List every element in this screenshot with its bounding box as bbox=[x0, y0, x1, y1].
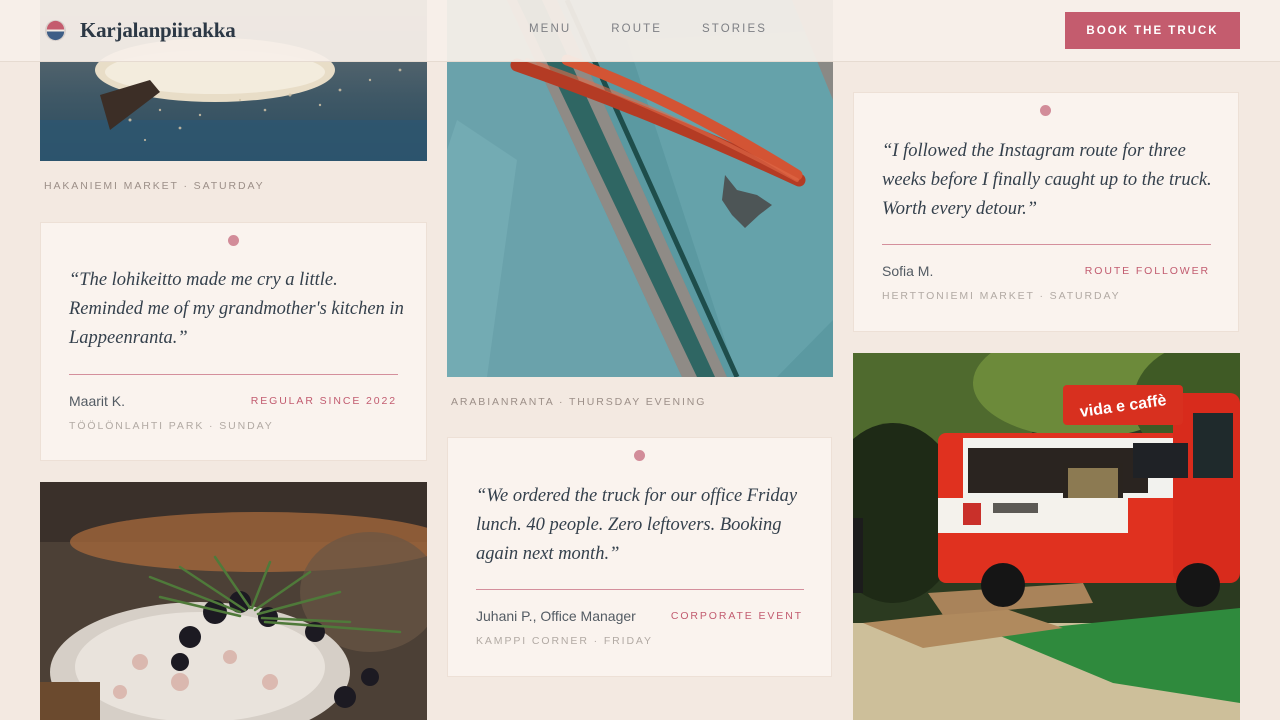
divider bbox=[882, 244, 1211, 245]
testimonial-quote: “The lohikeitto made me cry a little. Re… bbox=[69, 270, 404, 348]
testimonial-card: “I followed the Instagram route for thre… bbox=[853, 92, 1239, 332]
testimonial-author: Sofia M. bbox=[882, 263, 934, 279]
brand-name: Karjalanpiirakka bbox=[80, 18, 236, 42]
testimonial-location: HERTTONIEMI MARKET · SATURDAY bbox=[882, 290, 1121, 302]
testimonial-card: “We ordered the truck for our office Fri… bbox=[447, 437, 832, 677]
canape-photo bbox=[40, 482, 427, 720]
photo-caption: ARABIANRANTA · THURSDAY EVENING bbox=[451, 396, 707, 408]
testimonial-author: Maarit K. bbox=[69, 393, 126, 409]
testimonial-location: TÖÖLÖNLAHTI PARK · SUNDAY bbox=[69, 420, 274, 432]
testimonial-author: Juhani P., Office Manager bbox=[476, 608, 636, 624]
book-truck-button[interactable]: BOOK THE TRUCK bbox=[1065, 12, 1240, 49]
card-dot bbox=[1040, 105, 1051, 116]
site-header: Karjalanpiirakka MENU ROUTE STORIES BOOK… bbox=[0, 0, 1280, 62]
photo-caption: HAKANIEMI MARKET · SATURDAY bbox=[44, 180, 265, 192]
testimonial-tag: ROUTE FOLLOWER bbox=[1084, 265, 1210, 277]
testimonial-quote: “I followed the Instagram route for thre… bbox=[882, 141, 1212, 219]
nav-stories[interactable]: STORIES bbox=[702, 23, 767, 35]
testimonial-quote: “We ordered the truck for our office Fri… bbox=[476, 486, 798, 564]
divider bbox=[476, 589, 804, 590]
card-dot bbox=[633, 450, 645, 461]
nav-menu[interactable]: MENU bbox=[529, 23, 571, 35]
brand-logo-icon bbox=[44, 19, 67, 42]
testimonial-card: “The lohikeitto made me cry a little. Re… bbox=[40, 222, 427, 461]
testimonial-tag: CORPORATE EVENT bbox=[670, 610, 803, 622]
testimonial-location: KAMPPI CORNER · FRIDAY bbox=[476, 635, 653, 647]
testimonial-tag: REGULAR SINCE 2022 bbox=[250, 395, 397, 407]
nav-route[interactable]: ROUTE bbox=[611, 23, 662, 35]
divider bbox=[69, 374, 398, 375]
main-nav: MENU ROUTE STORIES bbox=[529, 23, 767, 35]
food-truck-photo: vida e caffè bbox=[853, 353, 1240, 720]
brand[interactable]: Karjalanpiirakka bbox=[44, 18, 236, 43]
card-dot bbox=[227, 235, 239, 246]
